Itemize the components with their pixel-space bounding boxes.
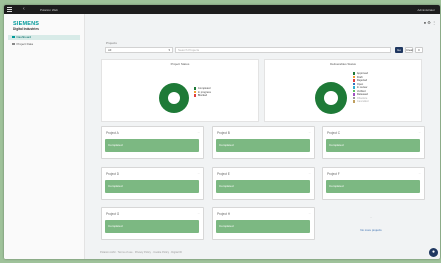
more-icon[interactable]: ⋯ (419, 131, 421, 134)
legend-swatch (353, 100, 356, 103)
chevron-down-icon: ▾ (168, 48, 170, 52)
project-card-title: Project C (327, 131, 341, 135)
settings-icon[interactable]: ⚙ (427, 20, 431, 25)
folder-icon (12, 42, 15, 46)
project-status-bar[interactable]: Completed (105, 220, 199, 233)
main-content: ● ⚙ ⋮ Projects All ▾ Search Projects Go … (86, 14, 440, 259)
project-card[interactable]: Project E ⋯ Completed (212, 167, 315, 200)
chat-icon[interactable]: ● (429, 248, 438, 257)
project-status-bar[interactable]: Completed (326, 180, 420, 193)
legend-swatch (353, 75, 356, 78)
more-icon[interactable]: ⋯ (309, 212, 311, 215)
project-status-legend: Completed In progress Blocked (194, 87, 211, 98)
legend-swatch (353, 79, 356, 82)
project-card-title: Project G (106, 212, 120, 216)
more-icon[interactable]: ⋮ (432, 20, 436, 25)
legend-swatch (194, 90, 197, 93)
user-menu[interactable]: Administrator (417, 8, 435, 12)
header-actions: ● ⚙ ⋮ (424, 20, 436, 25)
more-icon[interactable]: ⋯ (198, 172, 200, 175)
filter-icon: ≡ (418, 48, 420, 52)
deliverables-status-legend: Approved Draft Rejected Open In review V… (353, 72, 368, 104)
hamburger-menu-icon[interactable] (7, 7, 12, 12)
project-status-bar[interactable]: Completed (326, 139, 420, 152)
project-status-bar[interactable]: Completed (216, 220, 310, 233)
panel-title: Deliverables Status (330, 62, 356, 66)
deliverables-status-panel: Deliverables Status Approved Draft Rejec… (264, 59, 422, 122)
project-status-label: Completed (108, 224, 123, 228)
project-status-label: Completed (219, 224, 234, 228)
scope-select[interactable]: All ▾ (105, 47, 173, 53)
project-card-title: Project D (106, 172, 120, 176)
project-status-label: Completed (329, 143, 344, 147)
project-status-bar[interactable]: Completed (216, 180, 310, 193)
apply-filter-button[interactable]: Go (395, 47, 403, 53)
project-card-title: Project A (106, 131, 119, 135)
dashboard-icon (12, 35, 15, 39)
project-card[interactable]: Project F ⋯ Completed (322, 167, 425, 200)
search-placeholder: Search Projects (178, 48, 200, 52)
search-input[interactable]: Search Projects (175, 47, 391, 53)
app-window: ‹ Polarion Web Administrator SIEMENS Dig… (4, 5, 440, 259)
sidebar-item-label: Dashboard (16, 35, 32, 39)
back-arrow-icon[interactable]: ‹ (23, 6, 25, 12)
project-status-donut[interactable] (159, 83, 189, 113)
legend-swatch (353, 82, 356, 85)
project-card[interactable]: Project A ⋯ Completed (101, 126, 204, 159)
app-title: Polarion Web (40, 8, 58, 12)
project-card[interactable]: Project G ⋯ Completed (101, 207, 204, 240)
panel-title: Project Status (170, 62, 190, 66)
project-status-bar[interactable]: Completed (105, 180, 199, 193)
legend-swatch (353, 72, 356, 75)
project-status-label: Completed (329, 184, 344, 188)
empty-slot-text[interactable]: No more projects (336, 228, 406, 232)
project-status-label: Completed (219, 143, 234, 147)
more-icon[interactable]: ⋯ (419, 172, 421, 175)
project-card[interactable]: Project H ⋯ Completed (212, 207, 315, 240)
deliverables-status-donut[interactable] (315, 82, 347, 114)
more-icon[interactable]: ⋯ (309, 172, 311, 175)
project-status-label: Completed (219, 184, 234, 188)
legend-swatch (353, 96, 356, 99)
project-status-bar[interactable]: Completed (105, 139, 199, 152)
project-card[interactable]: Project D ⋯ Completed (101, 167, 204, 200)
legend-swatch (194, 94, 197, 97)
sidebar-item-label: Project Data (16, 42, 34, 46)
legend-item: Blocked (194, 94, 211, 98)
scope-value: All (108, 48, 112, 52)
clear-filter-button[interactable]: Clear (405, 47, 413, 53)
legend-item: Cancelled (353, 100, 368, 104)
project-card-title: Project E (217, 172, 230, 176)
project-card[interactable]: Project C ⋯ Completed (322, 126, 425, 159)
scope-label: Projects (106, 41, 117, 45)
empty-slot-marker: ... (369, 215, 373, 219)
project-card[interactable]: Project B ⋯ Completed (212, 126, 315, 159)
legend-swatch (353, 93, 356, 96)
project-card-title: Project H (217, 212, 231, 216)
project-status-bar[interactable]: Completed (216, 139, 310, 152)
more-icon[interactable]: ⋯ (198, 212, 200, 215)
sidebar-item-project-data[interactable]: Project Data (8, 42, 80, 47)
project-status-label: Completed (108, 184, 123, 188)
legend-swatch (353, 89, 356, 92)
project-card-title: Project F (327, 172, 340, 176)
filter-options-button[interactable]: ≡ (415, 47, 423, 53)
project-card-title: Project B (217, 131, 230, 135)
legend-swatch (353, 86, 356, 89)
more-icon[interactable]: ⋯ (309, 131, 311, 134)
sidebar: SIEMENS Digital Industries Dashboard Pro… (4, 14, 85, 259)
project-status-label: Completed (108, 143, 123, 147)
more-icon[interactable]: ⋯ (198, 131, 200, 134)
sidebar-item-dashboard[interactable]: Dashboard (8, 35, 80, 40)
top-bar: ‹ Polarion Web Administrator (4, 5, 440, 14)
notification-icon[interactable]: ● (424, 20, 426, 25)
footer-links[interactable]: Polarion ALM · Terms of use · Privacy Po… (100, 251, 182, 254)
product-name: Digital Industries (13, 27, 39, 31)
legend-swatch (194, 87, 197, 90)
project-status-panel: Project Status Completed In progress Blo… (101, 59, 259, 122)
